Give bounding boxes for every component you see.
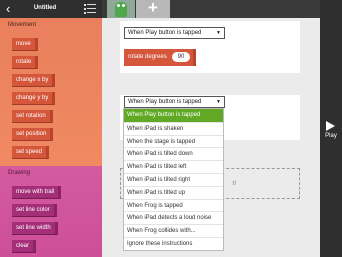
menu-item-tilted-up[interactable]: When iPad is tilted up	[124, 185, 223, 199]
dropdown-arrow-icon: ▼	[216, 99, 221, 105]
project-title: Untitled	[33, 5, 57, 11]
dropdown-arrow-icon: ▼	[216, 30, 221, 36]
back-chevron-icon[interactable]: ‹	[6, 2, 10, 15]
block-palette: Movement move rotate change x by change …	[0, 18, 102, 257]
list-icon[interactable]	[84, 3, 96, 14]
rotate-block[interactable]: rotate degrees 90	[124, 49, 196, 66]
trigger-select-open[interactable]: When Play button is tapped ▼	[124, 96, 225, 108]
drawing-section-title: Drawing	[8, 170, 31, 176]
block-rotate[interactable]: rotate	[12, 56, 39, 69]
movement-section-title: Movement	[8, 22, 37, 28]
menu-item-frog-collides[interactable]: When Frog collides with...	[124, 224, 223, 237]
menu-item-tilted-right[interactable]: When iPad is tilted right	[124, 172, 223, 186]
block-set-line-width[interactable]: set line width	[12, 222, 58, 235]
script-card: When Play button is tapped ▼ rotate degr…	[120, 21, 300, 73]
play-icon[interactable]	[326, 121, 335, 131]
menu-item-loud-noise[interactable]: When iPad detects a loud noise	[124, 211, 223, 224]
block-set-rotation[interactable]: set rotation	[12, 110, 53, 123]
block-set-speed[interactable]: set speed	[12, 146, 50, 159]
block-change-x-by[interactable]: change x by	[12, 74, 56, 87]
add-object-button[interactable]: +	[136, 0, 170, 18]
menu-item-tilted-left[interactable]: When iPad is tilted left	[124, 160, 223, 173]
tab-frog[interactable]	[107, 0, 135, 18]
drawing-section: Drawing move with trail set line color s…	[0, 166, 102, 257]
degrees-label: degrees	[145, 54, 167, 60]
trigger-dropdown-menu: When Play button is tapped When iPad is …	[123, 108, 224, 251]
rotate-label: rotate	[128, 54, 144, 60]
menu-item-ipad-shaken[interactable]: When iPad is shaken	[124, 121, 223, 135]
block-set-line-color[interactable]: set line color	[12, 204, 57, 217]
frog-sprite-icon	[115, 2, 127, 17]
block-clear[interactable]: clear	[12, 240, 37, 253]
play-label[interactable]: Play	[320, 133, 342, 139]
menu-item-play-tapped[interactable]: When Play button is tapped	[124, 109, 223, 122]
menu-item-tilted-down[interactable]: When iPad is tilted down	[124, 147, 223, 160]
block-change-y-by[interactable]: change y by	[12, 92, 56, 105]
top-bar: ‹ Untitled	[0, 0, 102, 18]
block-move[interactable]: move	[12, 38, 38, 51]
movement-section: Movement move rotate change x by change …	[0, 18, 102, 166]
block-set-position[interactable]: set position	[12, 128, 54, 141]
trigger-select-value: When Play button is tapped	[128, 99, 202, 105]
menu-item-stage-tapped[interactable]: When the stage is tapped	[124, 134, 223, 148]
degrees-value-field[interactable]: 90	[172, 52, 190, 62]
trigger-select[interactable]: When Play button is tapped ▼	[124, 27, 225, 39]
drop-zone-hint: t!	[232, 181, 236, 187]
play-panel: Play	[320, 0, 342, 257]
object-tabs-bar: +	[102, 0, 320, 18]
plus-icon: +	[148, 0, 158, 17]
block-move-with-trail[interactable]: move with trail	[12, 186, 62, 199]
menu-item-ignore[interactable]: Ignore these instructions	[124, 236, 223, 250]
menu-item-frog-tapped[interactable]: When Frog is tapped	[124, 198, 223, 212]
trigger-select-value: When Play button is tapped	[128, 30, 202, 36]
